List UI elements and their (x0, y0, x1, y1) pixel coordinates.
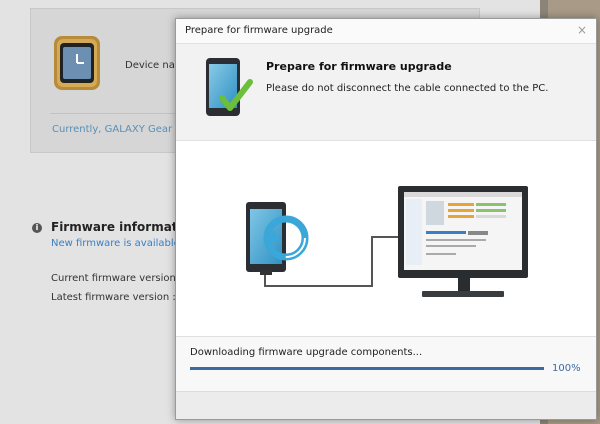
monitor-icon (398, 186, 528, 297)
progress-bar-fill (190, 367, 544, 370)
latest-firmware-label: Latest firmware version : F (51, 292, 185, 303)
illustration-area (176, 141, 596, 337)
progress-label: Downloading firmware upgrade components.… (190, 347, 423, 358)
current-device-text: Currently, GALAXY Gear (E (52, 124, 186, 135)
phone-check-icon (206, 58, 253, 116)
info-icon: i (32, 223, 42, 233)
progress-section: Downloading firmware upgrade components.… (176, 337, 596, 392)
connection-illustration (246, 186, 528, 297)
progress-bar (190, 367, 544, 370)
close-icon[interactable]: × (574, 22, 590, 38)
header-message: Please do not disconnect the cable conne… (266, 83, 549, 94)
dialog-footer (176, 392, 596, 419)
firmware-upgrade-dialog: Prepare for firmware upgrade × Prepare f… (175, 18, 597, 420)
new-firmware-link[interactable]: New firmware is available. (51, 238, 183, 249)
current-firmware-label: Current firmware version : (51, 273, 183, 284)
dialog-titlebar[interactable]: Prepare for firmware upgrade × (176, 19, 596, 44)
sync-phone-icon (246, 202, 309, 275)
progress-percent: 100% (552, 363, 581, 374)
dialog-title: Prepare for firmware upgrade (185, 25, 333, 36)
header-title: Prepare for firmware upgrade (266, 60, 452, 73)
dialog-header: Prepare for firmware upgrade Please do n… (176, 44, 596, 141)
device-name-label: Device nan (125, 60, 182, 71)
watch-icon (54, 36, 100, 90)
